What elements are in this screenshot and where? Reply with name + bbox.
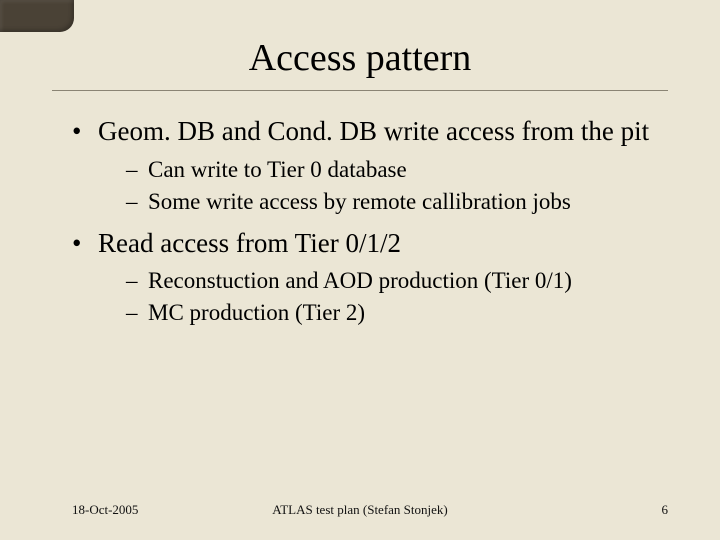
sub-bullet-item: MC production (Tier 2) [126,298,668,328]
bullet-text: Read access from Tier 0/1/2 [98,228,401,258]
slide-container: Access pattern Geom. DB and Cond. DB wri… [0,0,720,540]
bullet-text: Geom. DB and Cond. DB write access from … [98,116,649,146]
sub-bullet-item: Can write to Tier 0 database [126,155,668,185]
bullet-item: Read access from Tier 0/1/2 Reconstuctio… [72,227,668,329]
slide-footer: 18-Oct-2005 ATLAS test plan (Stefan Ston… [0,502,720,518]
sub-bullet-item: Reconstuction and AOD production (Tier 0… [126,266,668,296]
title-underline [52,90,668,91]
sub-bullet-list: Reconstuction and AOD production (Tier 0… [98,266,668,328]
slide-title: Access pattern [52,36,668,80]
bullet-item: Geom. DB and Cond. DB write access from … [72,115,668,217]
footer-page-number: 6 [662,502,669,518]
footer-date: 18-Oct-2005 [72,502,138,518]
sub-bullet-list: Can write to Tier 0 database Some write … [98,155,668,217]
bullet-list: Geom. DB and Cond. DB write access from … [52,115,668,328]
sub-bullet-item: Some write access by remote callibration… [126,187,668,217]
